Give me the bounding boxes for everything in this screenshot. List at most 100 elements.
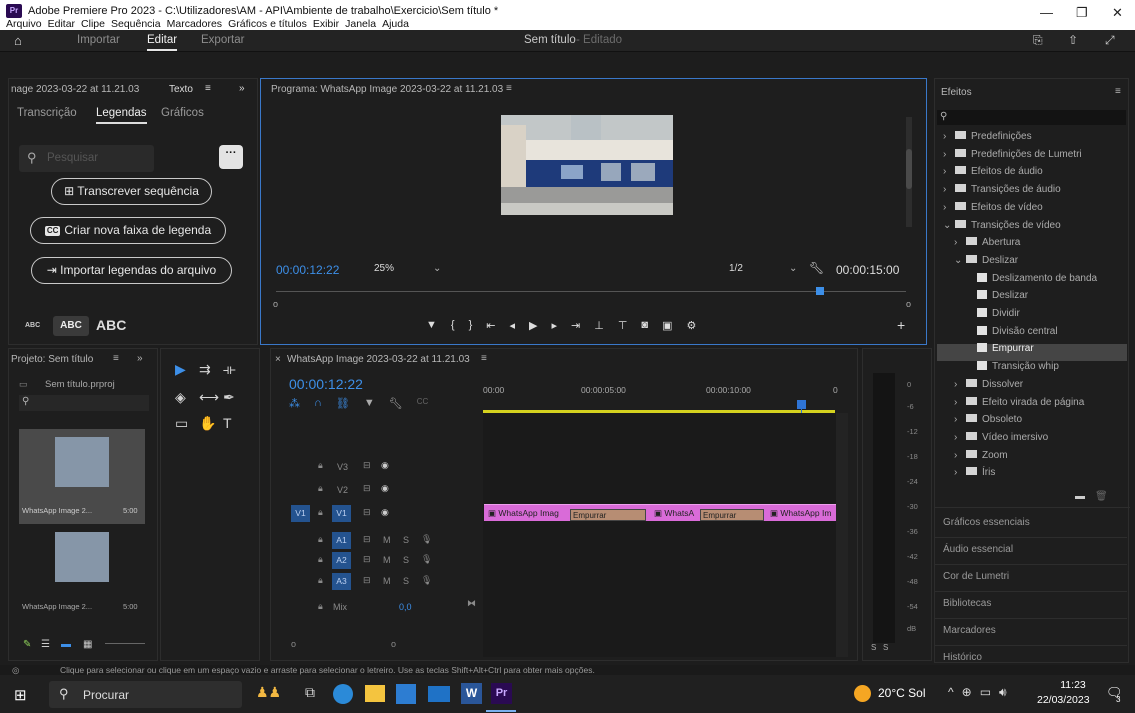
- effects-item[interactable]: Deslizar: [943, 290, 1028, 307]
- vertical-scrollbar[interactable]: [906, 117, 912, 227]
- size-small[interactable]: ABC: [25, 322, 40, 329]
- microphone-icon[interactable]: 🎙︎: [421, 534, 432, 545]
- menu-editar[interactable]: Editar: [48, 18, 75, 30]
- eye-icon[interactable]: ◉: [381, 507, 389, 518]
- menu-clipe[interactable]: Clipe: [81, 18, 105, 30]
- add-button-icon[interactable]: +: [897, 317, 905, 333]
- effects-item[interactable]: › Abertura: [943, 237, 1020, 254]
- expand-chevron-icon[interactable]: »: [137, 353, 143, 364]
- ripple-edit-tool-icon[interactable]: ⟛: [223, 361, 236, 378]
- people-icon[interactable]: ♟♟: [256, 684, 281, 701]
- panel-tab[interactable]: Áudio essencial: [943, 544, 1013, 555]
- effects-item[interactable]: › Efeito virada de página: [943, 396, 1084, 414]
- panel-menu-icon[interactable]: ≡: [205, 83, 211, 94]
- edge-browser-icon[interactable]: [333, 684, 353, 704]
- pen-tool-icon[interactable]: ✒: [223, 389, 235, 406]
- effects-item[interactable]: Transição whip: [943, 361, 1059, 378]
- go-to-out-icon[interactable]: ⇥: [571, 319, 580, 332]
- playhead-timecode[interactable]: 00:00:12:22: [276, 263, 339, 277]
- maximize-button[interactable]: ❐: [1076, 5, 1088, 21]
- size-large[interactable]: ABC: [96, 317, 126, 333]
- close-icon[interactable]: ×: [275, 354, 281, 365]
- linked-selection-icon[interactable]: ⛓: [336, 397, 350, 410]
- sync-lock-icon[interactable]: ⊟: [363, 575, 371, 586]
- sync-lock-icon[interactable]: ⊟: [363, 534, 371, 545]
- settings-icon[interactable]: ⚙: [686, 319, 696, 332]
- quick-export-icon[interactable]: ⎘: [1033, 33, 1043, 48]
- lock-icon[interactable]: 🔒︎: [318, 483, 323, 494]
- tab-importar[interactable]: Importar: [77, 34, 120, 46]
- chevron-down-icon[interactable]: ⌄: [954, 255, 966, 266]
- lock-icon[interactable]: 🔒︎: [318, 575, 323, 586]
- share-icon[interactable]: ⇧: [1068, 33, 1078, 47]
- file-explorer-icon[interactable]: [365, 685, 385, 702]
- track-label-a3[interactable]: A3: [332, 573, 351, 590]
- lift-icon[interactable]: ⊥: [594, 319, 604, 332]
- zoom-select[interactable]: 25%: [374, 263, 394, 274]
- effects-item[interactable]: › Efeitos de vídeo: [943, 201, 1043, 219]
- chevron-right-icon[interactable]: ›: [954, 397, 966, 408]
- menu-arquivo[interactable]: Arquivo: [6, 18, 42, 30]
- mute-button[interactable]: M: [383, 555, 391, 565]
- clock-date[interactable]: 22/03/2023: [1037, 694, 1090, 706]
- text-panel-name[interactable]: Texto: [169, 84, 193, 95]
- panel-menu-icon[interactable]: ≡: [1115, 86, 1121, 97]
- chevron-right-icon[interactable]: ›: [954, 237, 966, 248]
- sync-lock-icon[interactable]: ⊟: [363, 483, 371, 494]
- solo-button[interactable]: S: [403, 535, 409, 545]
- display-icon[interactable]: ▭: [980, 685, 991, 700]
- new-caption-track-button[interactable]: CC Criar nova faixa de legenda: [30, 217, 226, 244]
- mail-icon[interactable]: [428, 686, 450, 702]
- eye-icon[interactable]: ◉: [381, 483, 389, 494]
- range-end-handle[interactable]: o: [906, 299, 911, 309]
- effects-item[interactable]: Empurrar: [943, 343, 1034, 360]
- panel-menu-icon[interactable]: ≡: [506, 83, 512, 94]
- menu-graficos[interactable]: Gráficos e títulos: [228, 18, 307, 30]
- transition-empurrar[interactable]: Empurrar: [700, 509, 764, 521]
- close-button[interactable]: ✕: [1112, 5, 1123, 21]
- clock-time[interactable]: 11:23: [1048, 679, 1098, 691]
- list-view-icon[interactable]: ☰: [41, 639, 50, 650]
- tab-exportar[interactable]: Exportar: [201, 34, 244, 46]
- comparison-icon[interactable]: ▣: [662, 319, 672, 332]
- panel-tab[interactable]: Histórico: [943, 652, 982, 663]
- track-label-a1[interactable]: A1: [332, 532, 351, 549]
- track-label-v1[interactable]: V1: [332, 505, 351, 522]
- microphone-icon[interactable]: 🎙︎: [421, 554, 432, 565]
- chevron-down-icon[interactable]: ⌄: [943, 220, 955, 231]
- menu-marcadores[interactable]: Marcadores: [167, 18, 222, 30]
- tab-transcricao[interactable]: Transcrição: [17, 107, 77, 119]
- mark-out-icon[interactable]: }: [469, 319, 473, 332]
- word-icon[interactable]: W: [461, 683, 482, 704]
- effects-item[interactable]: Deslizamento de banda: [943, 272, 1097, 290]
- search-input[interactable]: ⚲ Pesquisar: [19, 145, 154, 172]
- panel-menu-icon[interactable]: ≡: [481, 353, 487, 364]
- go-to-in-icon[interactable]: ⇤: [486, 319, 495, 332]
- panel-tab[interactable]: Gráficos essenciais: [943, 517, 1030, 528]
- volume-icon[interactable]: 🔊︎: [999, 685, 1007, 700]
- track-area[interactable]: [483, 413, 838, 657]
- range-start-handle[interactable]: o: [273, 299, 278, 309]
- icon-view-icon[interactable]: ▬: [61, 639, 71, 650]
- import-captions-button[interactable]: ⇥ Importar legendas do arquivo: [31, 257, 232, 284]
- task-view-icon[interactable]: ⧉: [305, 684, 315, 701]
- solo-button[interactable]: S: [403, 576, 409, 586]
- effects-item[interactable]: ⌄ Transições de vídeo: [943, 219, 1061, 237]
- effects-item[interactable]: › Transições de áudio: [943, 184, 1061, 201]
- playhead-marker[interactable]: [816, 287, 824, 295]
- camera-icon[interactable]: ◙: [641, 319, 648, 332]
- home-icon[interactable]: ⌂: [14, 33, 22, 48]
- chevron-right-icon[interactable]: ›: [943, 202, 955, 213]
- step-forward-icon[interactable]: ▸: [551, 319, 557, 332]
- delete-icon[interactable]: 🗑︎: [1095, 491, 1108, 502]
- chevron-up-icon[interactable]: ^: [948, 685, 954, 700]
- transcribe-button[interactable]: ⊞ Transcrever sequência: [51, 178, 212, 205]
- lock-icon[interactable]: 🔒︎: [318, 507, 323, 518]
- scroll-end-handle[interactable]: o: [391, 639, 396, 649]
- mini-timeline-ruler[interactable]: [276, 291, 906, 292]
- add-marker-icon[interactable]: ▼: [426, 319, 437, 332]
- chevron-right-icon[interactable]: ›: [954, 432, 966, 443]
- source-patch-v1[interactable]: V1: [291, 505, 310, 522]
- chevron-right-icon[interactable]: ›: [954, 450, 966, 461]
- pencil-icon[interactable]: ✎: [23, 639, 31, 650]
